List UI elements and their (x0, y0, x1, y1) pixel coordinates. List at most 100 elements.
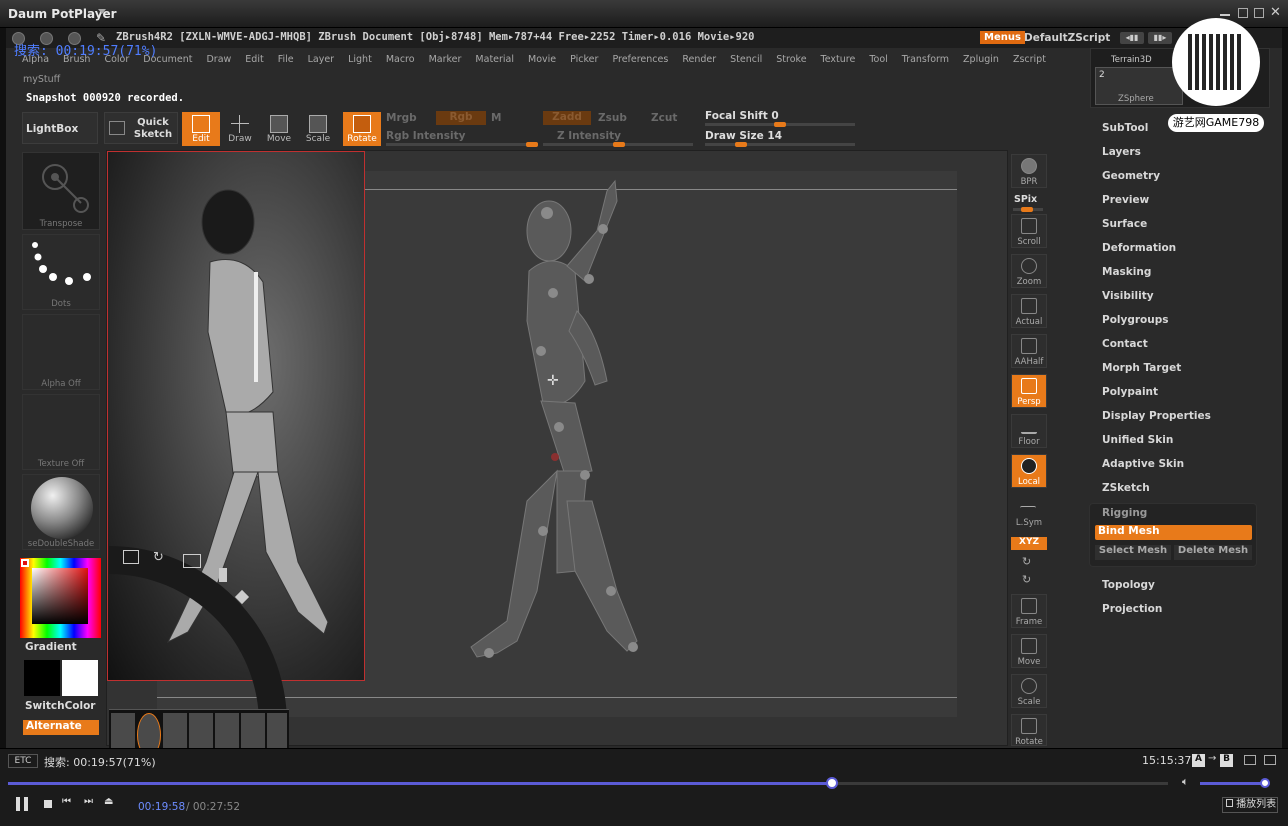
document-canvas[interactable]: ✛ ↻ (106, 150, 1008, 759)
arc-brush-icon[interactable] (219, 568, 227, 582)
material-slot[interactable]: seDoubleShade (22, 474, 100, 550)
menu-texture[interactable]: Texture (821, 54, 856, 65)
edit-mode-button[interactable]: Edit (182, 112, 220, 146)
palette-deformation[interactable]: Deformation (1102, 242, 1176, 254)
restore-icon[interactable] (1254, 8, 1264, 18)
palette-visibility[interactable]: Visibility (1102, 290, 1154, 302)
floor-button[interactable]: Floor (1011, 414, 1047, 448)
rgb-intensity-knob[interactable] (526, 142, 538, 147)
aahalf-button[interactable]: AAHalf (1011, 334, 1047, 368)
spix-slider[interactable] (1013, 207, 1043, 212)
arc-rotate-icon[interactable]: ↻ (153, 550, 164, 565)
alternate-button[interactable]: Alternate (23, 720, 99, 735)
m-toggle[interactable]: M (491, 112, 501, 124)
transpose-slot[interactable]: Transpose (22, 152, 100, 230)
palette-projection[interactable]: Projection (1102, 603, 1162, 615)
playlist-button[interactable]: 播放列表 (1222, 797, 1278, 813)
menu-movie[interactable]: Movie (528, 54, 556, 65)
focal-shift-knob[interactable] (774, 122, 786, 127)
color-picker[interactable] (20, 558, 101, 638)
capture-icon[interactable] (1264, 755, 1276, 765)
scale-mode-button[interactable]: Scale (299, 112, 337, 146)
palette-subtool[interactable]: SubTool (1102, 122, 1148, 134)
default-zscript-label[interactable]: DefaultZScript (1024, 32, 1110, 44)
z-intensity-knob[interactable] (613, 142, 625, 147)
menu-preferences[interactable]: Preferences (612, 54, 668, 65)
palette-topology[interactable]: Topology (1102, 579, 1155, 591)
rigging-title[interactable]: Rigging (1102, 507, 1147, 519)
menu-file[interactable]: File (278, 54, 294, 65)
lightbox-button[interactable]: LightBox (22, 112, 98, 144)
menu-marker[interactable]: Marker (429, 54, 462, 65)
pause-icon[interactable] (16, 797, 30, 811)
mystuff-label[interactable]: myStuff (23, 74, 60, 85)
menu-picker[interactable]: Picker (570, 54, 598, 65)
alpha-slot[interactable]: Alpha Off (22, 314, 100, 390)
menu-stroke[interactable]: Stroke (776, 54, 806, 65)
draw-size-slider[interactable] (705, 142, 855, 147)
rgb-intensity-slider[interactable] (386, 142, 538, 147)
rotate-view-button[interactable]: Rotate (1011, 714, 1047, 747)
volume-slider[interactable] (1200, 778, 1270, 788)
palette-zsketch[interactable]: ZSketch (1102, 482, 1150, 494)
ab-b-button[interactable]: B (1220, 754, 1233, 767)
stop-icon[interactable] (44, 800, 52, 808)
draw-mode-button[interactable]: Draw (221, 112, 259, 146)
menu-edit[interactable]: Edit (245, 54, 263, 65)
frame-button[interactable]: Frame (1011, 594, 1047, 628)
volume-knob[interactable] (1260, 778, 1270, 788)
mrgb-toggle[interactable]: Mrgb (386, 112, 417, 124)
minimize-icon[interactable] (1220, 8, 1230, 16)
scroll-left-icon[interactable]: ◂▮▮ (1120, 32, 1144, 44)
title-menu-chevron-icon[interactable] (98, 9, 106, 14)
menu-zplugin[interactable]: Zplugin (963, 54, 999, 65)
spix-knob[interactable] (1021, 207, 1033, 212)
zadd-toggle[interactable]: Zadd (543, 111, 591, 125)
ab-a-button[interactable]: A (1192, 754, 1205, 767)
focal-shift-slider[interactable] (705, 122, 855, 127)
seek-knob[interactable] (825, 777, 838, 789)
move-view-button[interactable]: Move (1011, 634, 1047, 668)
terrain-label[interactable]: Terrain3D (1111, 55, 1152, 65)
rotate-y-icon[interactable]: ↻ (1022, 555, 1031, 568)
palette-geometry[interactable]: Geometry (1102, 170, 1160, 182)
palette-unified-skin[interactable]: Unified Skin (1102, 434, 1173, 446)
menu-draw[interactable]: Draw (206, 54, 231, 65)
secondary-color-swatch[interactable] (62, 660, 98, 696)
palette-preview[interactable]: Preview (1102, 194, 1149, 206)
gradient-label[interactable]: Gradient (25, 641, 77, 653)
switch-color-button[interactable]: SwitchColor (25, 700, 96, 712)
move-mode-button[interactable]: Move (260, 112, 298, 146)
palette-polypaint[interactable]: Polypaint (1102, 386, 1158, 398)
lsym-button[interactable]: L.Sym (1011, 496, 1047, 530)
xyz-button[interactable]: XYZ (1011, 537, 1047, 550)
delete-mesh-button[interactable]: Delete Mesh (1174, 545, 1252, 560)
close-icon[interactable]: ✕ (1270, 5, 1281, 20)
rgb-toggle[interactable]: Rgb (436, 111, 486, 125)
next-icon[interactable]: ⏭︎ (84, 796, 93, 807)
scale-view-button[interactable]: Scale (1011, 674, 1047, 708)
zsub-toggle[interactable]: Zsub (598, 112, 627, 124)
arc-frame-icon[interactable] (183, 554, 201, 568)
scroll-button[interactable]: Scroll (1011, 214, 1047, 248)
draw-size-knob[interactable] (735, 142, 747, 147)
persp-button[interactable]: Persp (1011, 374, 1047, 408)
palette-contact[interactable]: Contact (1102, 338, 1148, 350)
arc-image-icon[interactable] (123, 550, 139, 564)
texture-slot[interactable]: Texture Off (22, 394, 100, 470)
subtitle-icon[interactable] (1244, 755, 1256, 765)
palette-display-properties[interactable]: Display Properties (1102, 410, 1211, 422)
palette-masking[interactable]: Masking (1102, 266, 1151, 278)
bind-mesh-button[interactable]: Bind Mesh (1095, 525, 1252, 540)
zcut-toggle[interactable]: Zcut (651, 112, 677, 124)
menu-macro[interactable]: Macro (386, 54, 415, 65)
main-color-swatch[interactable] (24, 660, 60, 696)
eject-icon[interactable]: ⏏︎ (104, 796, 113, 807)
bpr-button[interactable]: BPR (1011, 154, 1047, 188)
menu-transform[interactable]: Transform (902, 54, 949, 65)
menu-stencil[interactable]: Stencil (730, 54, 762, 65)
menu-zscript[interactable]: Zscript (1013, 54, 1046, 65)
menus-button[interactable]: Menus (980, 31, 1025, 44)
select-mesh-button[interactable]: Select Mesh (1095, 545, 1171, 560)
maximize-icon[interactable] (1238, 8, 1248, 18)
